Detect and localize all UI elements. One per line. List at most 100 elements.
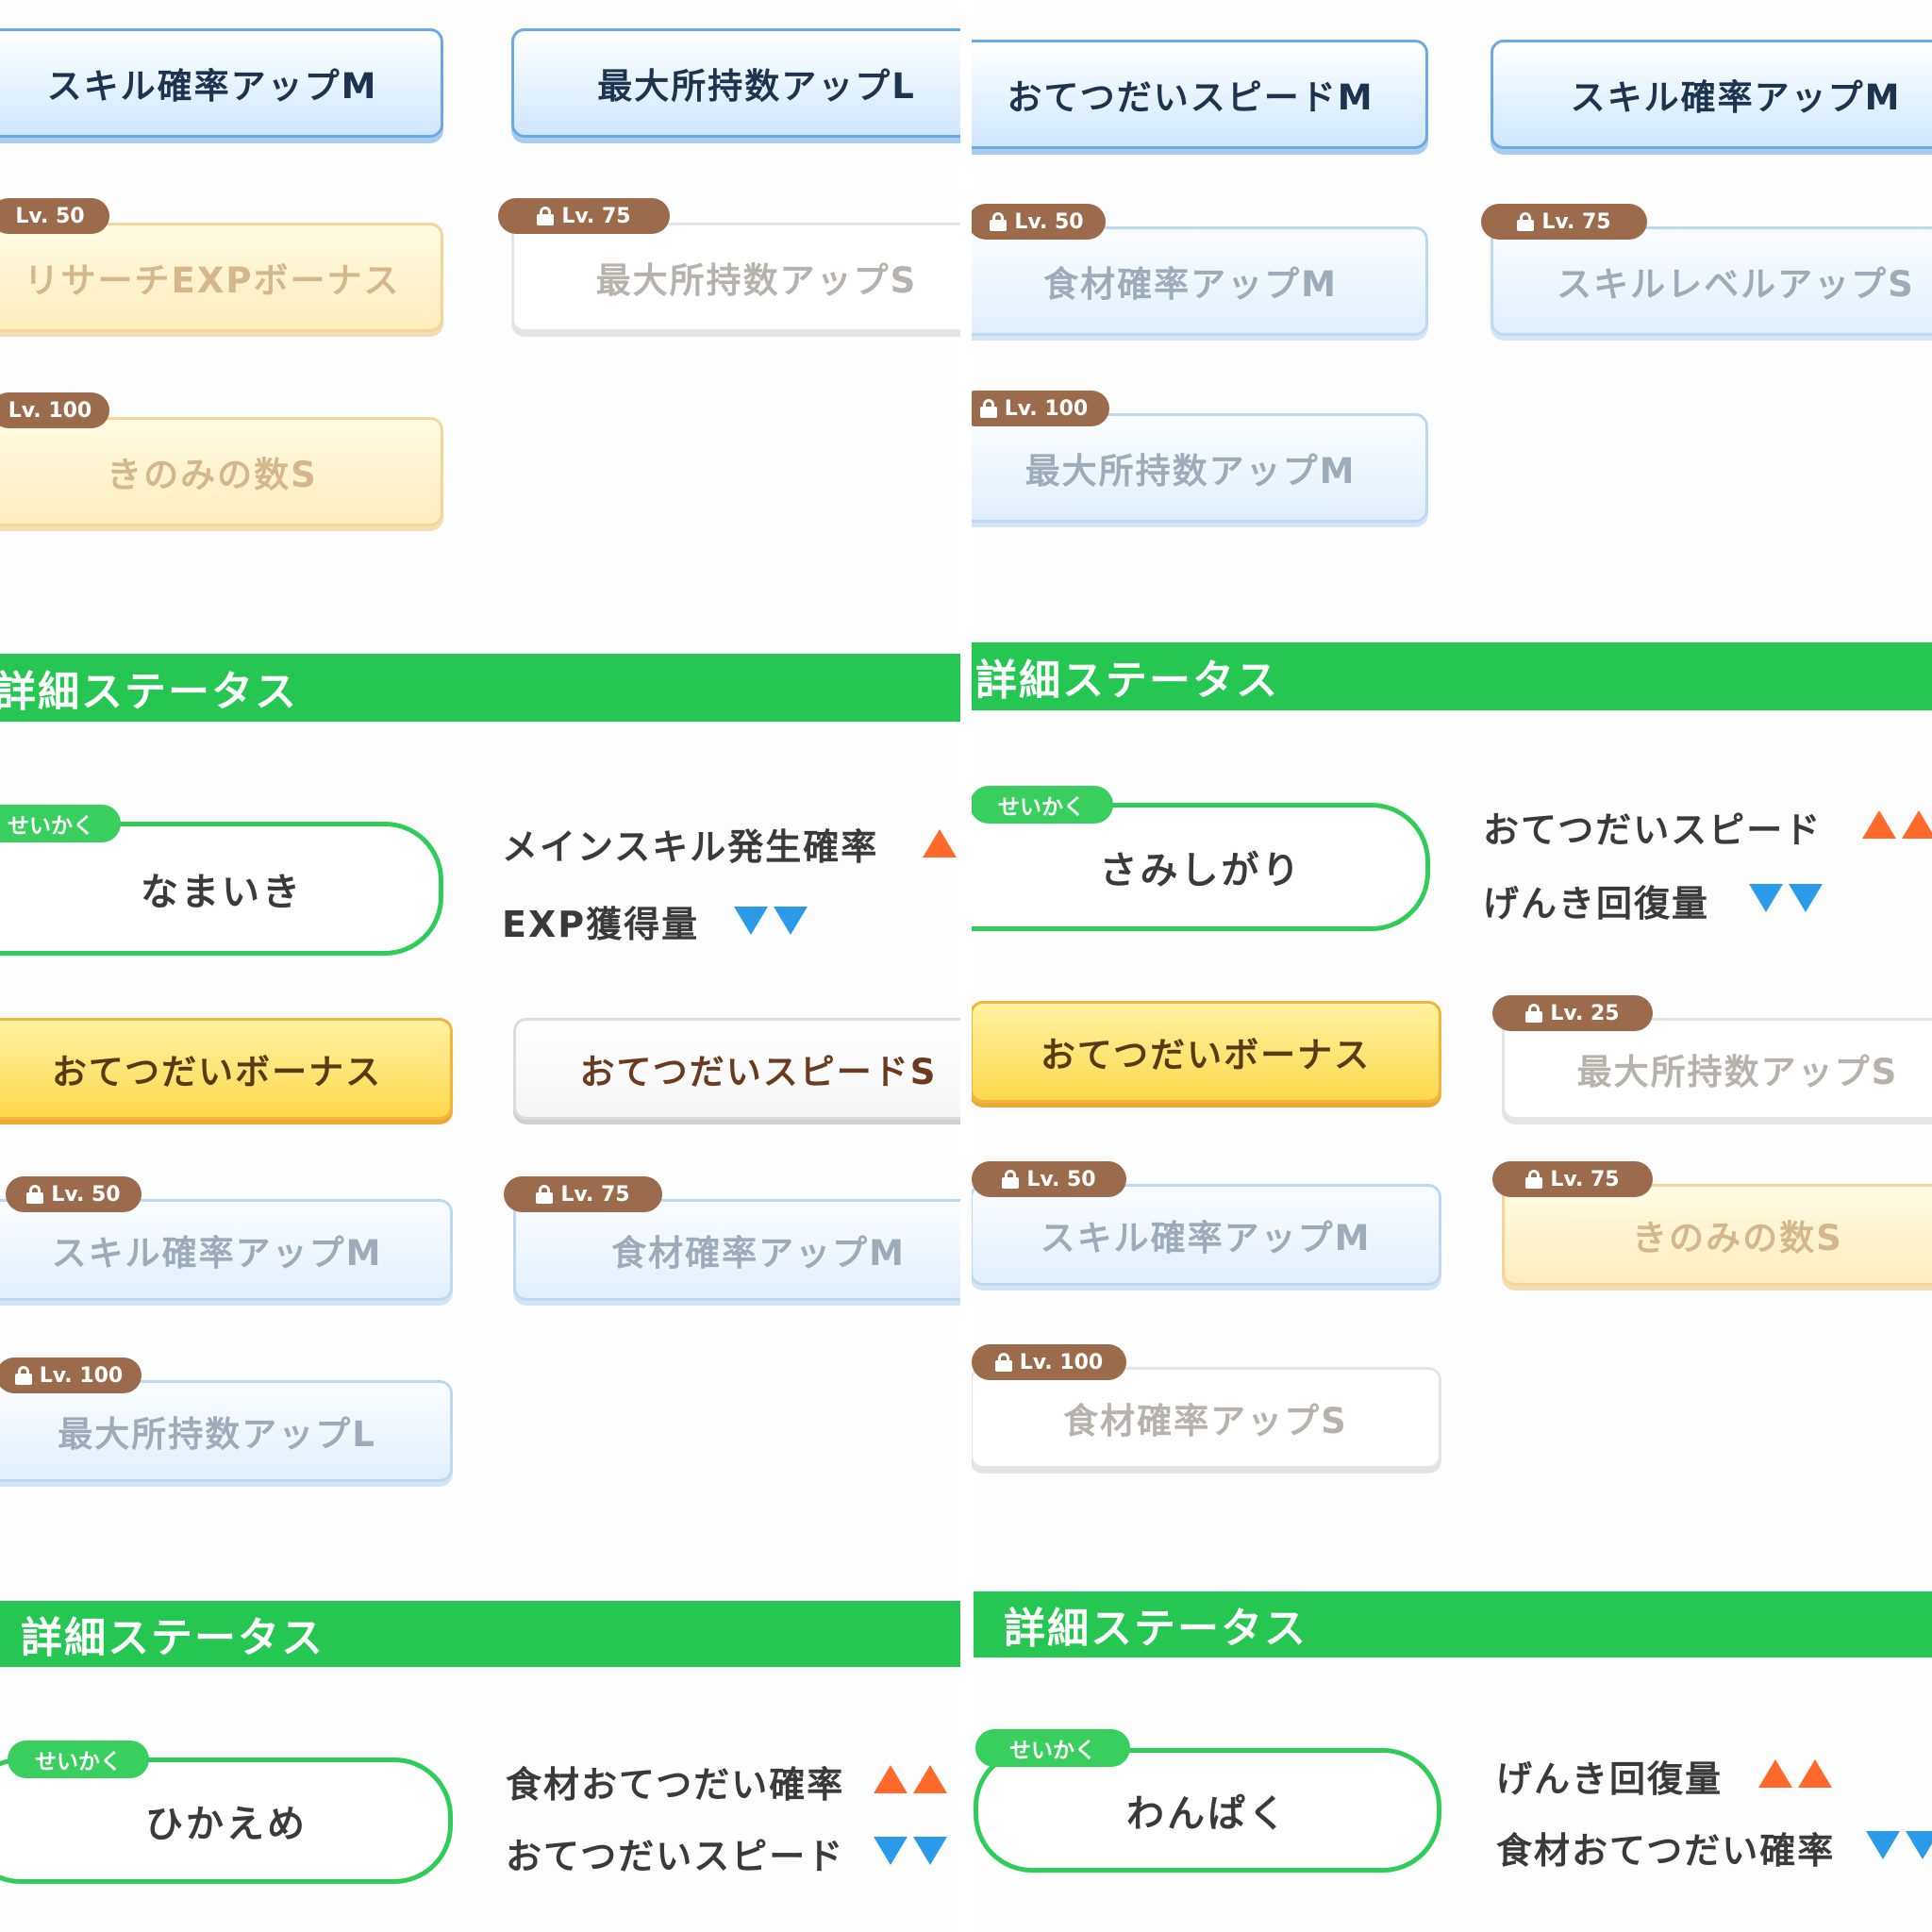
section-header: 詳細ステータス [974, 1591, 1932, 1657]
sub-skill-locked[interactable]: 最大所持数アップS [1502, 1018, 1932, 1120]
main-skill-button[interactable]: スキル確率アップM [0, 28, 443, 138]
sub-skill-locked[interactable]: リサーチEXPボーナス [0, 223, 443, 332]
level-badge: Lv. 100 [0, 392, 109, 428]
level-badge: Lv. 100 [0, 1357, 142, 1393]
down-arrow-icon [913, 1837, 947, 1865]
sub-skill-button[interactable]: おてつだいスピードS [513, 1018, 960, 1120]
nature-name: さみしがり [1099, 849, 1303, 892]
down-arrow-icon [874, 1837, 908, 1865]
lock-icon [979, 399, 997, 418]
main-skill-button[interactable]: おてつだいボーナス [972, 1001, 1441, 1103]
main-skill-button[interactable]: おてつだいスピードM [972, 40, 1428, 149]
up-arrow-icon [1862, 810, 1896, 839]
stat-up-arrows [1862, 810, 1932, 839]
section-header: 詳細ステータス [972, 642, 1932, 710]
lock-icon [1525, 1170, 1543, 1189]
sub-skill-locked[interactable]: 食材確率アップM [972, 226, 1428, 336]
level-text: Lv. 50 [15, 204, 85, 228]
down-arrow-icon [1789, 884, 1823, 912]
level-text: Lv. 100 [1004, 396, 1089, 421]
lock-icon [990, 212, 1008, 231]
down-arrow-icon [1866, 1831, 1900, 1859]
sub-skill-locked[interactable]: スキル確率アップM [0, 1199, 453, 1301]
stat-up-label: げんき回復量 [1496, 1758, 1724, 1800]
level-text: Lv. 75 [561, 204, 631, 228]
stat-down-label: 食材おてつだい確率 [1496, 1830, 1836, 1872]
section-title: 詳細ステータス [21, 1614, 325, 1662]
level-text: Lv. 100 [8, 398, 92, 423]
section-title: 詳細ステータス [1004, 1605, 1307, 1653]
level-text: Lv. 100 [1019, 1350, 1104, 1374]
sub-skill-locked[interactable]: 最大所持数アップM [972, 413, 1428, 523]
sub-skill-locked[interactable]: 最大所持数アップS [511, 223, 960, 332]
section-header: 詳細ステータス [0, 654, 960, 722]
level-badge: Lv. 50 [6, 1176, 142, 1212]
lock-icon [537, 207, 555, 225]
section-title: 詳細ステータス [0, 668, 298, 716]
sub-skill-locked[interactable]: 食材確率アップM [513, 1199, 960, 1301]
sub-skill-locked[interactable]: 食材確率アップS [972, 1367, 1441, 1469]
panel-top-left: スキル確率アップM 最大所持数アップL Lv. 50 リサーチEXPボーナス L… [0, 0, 960, 627]
stat-up-label: おてつだいスピード [1483, 809, 1823, 851]
down-arrow-icon [1749, 884, 1783, 912]
level-badge: Lv. 25 [1492, 995, 1653, 1031]
panel-bottom-right: 詳細ステータス せいかく わんぱく げんき回復量 食材おてつだい確率 [972, 1571, 1932, 1932]
lock-icon [1525, 1004, 1543, 1023]
nature-name: なまいき [141, 871, 303, 914]
nature-tag: せいかく [8, 1740, 149, 1778]
level-badge: Lv. 75 [504, 1176, 662, 1212]
stat-up-arrows [923, 829, 957, 858]
section-title: 詳細ステータス [975, 657, 1279, 705]
stat-up-arrows [874, 1765, 947, 1793]
level-badge: Lv. 50 [0, 198, 109, 234]
stat-down-label: EXP獲得量 [502, 904, 700, 945]
down-arrow-icon [774, 907, 808, 935]
level-badge: Lv. 100 [972, 1344, 1126, 1380]
sub-skill-button[interactable]: 最大所持数アップL [511, 28, 960, 138]
sub-skill-locked[interactable]: きのみの数S [0, 417, 443, 526]
lock-icon [994, 1353, 1012, 1372]
nature-tag: せいかく [975, 1729, 1130, 1767]
nature-name: わんぱく [1126, 1792, 1289, 1836]
level-text: Lv. 100 [39, 1363, 124, 1388]
sub-skill-locked[interactable]: スキルレベルアップS [1491, 226, 1932, 336]
stat-down-arrows [874, 1837, 947, 1865]
level-text: Lv. 25 [1550, 1001, 1620, 1025]
level-text: Lv. 75 [1550, 1167, 1620, 1191]
stat-down-label: げんき回復量 [1483, 883, 1710, 924]
nature-name: ひかえめ [145, 1803, 308, 1846]
level-badge: Lv. 75 [1492, 1161, 1653, 1197]
level-text: Lv. 50 [1026, 1167, 1096, 1191]
sub-skill-locked[interactable]: スキル確率アップM [972, 1184, 1441, 1286]
lock-icon [536, 1185, 554, 1204]
section-header: 詳細ステータス [0, 1601, 960, 1667]
main-skill-button[interactable]: おてつだいボーナス [0, 1018, 453, 1120]
stat-down-arrows [1866, 1831, 1932, 1859]
panel-top-right: おてつだいスピードM スキル確率アップM Lv. 50 食材確率アップM Lv.… [972, 0, 1932, 627]
stat-down-label: おてつだいスピード [506, 1836, 845, 1877]
stat-up-label: 食材おてつだい確率 [506, 1764, 845, 1806]
nature-tag: せいかく [0, 805, 121, 842]
level-badge: Lv. 50 [972, 204, 1106, 240]
lock-icon [26, 1185, 44, 1204]
level-badge: Lv. 75 [1481, 204, 1647, 240]
sub-skill-locked[interactable]: きのみの数S [1502, 1184, 1932, 1286]
up-arrow-icon [1758, 1759, 1792, 1788]
lock-icon [1517, 212, 1535, 231]
up-arrow-icon [913, 1765, 947, 1793]
level-badge: Lv. 75 [498, 198, 670, 234]
level-text: Lv. 50 [51, 1182, 121, 1207]
up-arrow-icon [1902, 810, 1932, 839]
sub-skill-locked[interactable]: 最大所持数アップL [0, 1380, 453, 1482]
nature-tag: せいかく [972, 786, 1113, 824]
up-arrow-icon [923, 829, 957, 858]
sub-skill-button[interactable]: スキル確率アップM [1491, 40, 1932, 149]
level-badge: Lv. 100 [972, 391, 1109, 426]
panel-middle-right: 詳細ステータス せいかく さみしがり おてつだいスピード げんき回復量 おてつだ… [972, 627, 1932, 1571]
up-arrow-icon [874, 1765, 908, 1793]
stat-down-arrows [734, 907, 808, 935]
lock-icon [14, 1366, 32, 1385]
lock-icon [1002, 1170, 1020, 1189]
level-text: Lv. 75 [1541, 209, 1611, 234]
stat-up-label: メインスキル発生確率 [502, 826, 879, 868]
